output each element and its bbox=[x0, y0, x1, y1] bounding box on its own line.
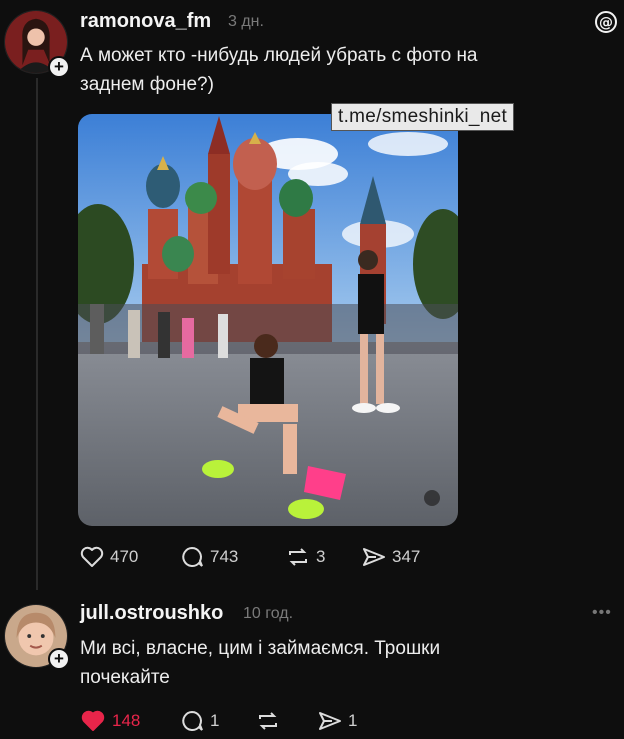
follow-plus-icon[interactable]: + bbox=[48, 648, 70, 670]
repost-count: 3 bbox=[316, 547, 326, 566]
reply-username[interactable]: jull.ostroushko bbox=[80, 602, 223, 625]
comment-count: 743 bbox=[210, 547, 239, 566]
reply-text-line: Ми всі, власне, цим і займаємся. Трошки bbox=[80, 638, 441, 659]
like-button[interactable]: 470 bbox=[80, 546, 138, 568]
reply-repost-button[interactable] bbox=[256, 710, 286, 732]
post-text: А может кто -нибудь людей убрать с фото … bbox=[80, 41, 580, 99]
svg-text:@: @ bbox=[599, 15, 613, 31]
share-button[interactable]: 347 bbox=[362, 546, 420, 568]
post-photo[interactable] bbox=[78, 114, 458, 526]
post-username[interactable]: ramonova_fm bbox=[80, 10, 211, 33]
reply-text: Ми всі, власне, цим і займаємся. Трошки … bbox=[80, 634, 580, 692]
comment-icon bbox=[180, 546, 204, 568]
heart-icon bbox=[80, 546, 104, 568]
post-text-line: А может кто -нибудь людей убрать с фото … bbox=[80, 45, 478, 66]
post-timestamp: 3 дн. bbox=[228, 13, 264, 30]
reply-like-count: 148 bbox=[112, 711, 141, 730]
comment-button[interactable]: 743 bbox=[180, 546, 238, 568]
reply-text-line: почекайте bbox=[80, 667, 170, 688]
more-icon[interactable]: ••• bbox=[592, 604, 612, 622]
thread-connector-line bbox=[36, 78, 38, 590]
share-count: 347 bbox=[392, 547, 421, 566]
heart-filled-icon bbox=[80, 710, 106, 732]
share-icon bbox=[318, 710, 342, 732]
share-icon bbox=[362, 546, 386, 568]
repost-button[interactable]: 3 bbox=[286, 546, 325, 568]
post-text-line: заднем фоне?) bbox=[80, 74, 214, 95]
reply-comment-count: 1 bbox=[210, 711, 220, 730]
like-count: 470 bbox=[110, 547, 139, 566]
reply-like-button[interactable]: 148 bbox=[80, 710, 140, 732]
threads-logo-icon[interactable]: @ bbox=[594, 10, 618, 34]
repost-icon bbox=[286, 546, 310, 568]
reply-timestamp: 10 год. bbox=[243, 605, 294, 622]
reply-comment-button[interactable]: 1 bbox=[180, 710, 219, 732]
reply-share-button[interactable]: 1 bbox=[318, 710, 357, 732]
watermark-label: t.me/smeshinki_net bbox=[331, 103, 515, 131]
comment-icon bbox=[180, 710, 204, 732]
follow-plus-icon[interactable]: + bbox=[48, 56, 70, 78]
reply-share-count: 1 bbox=[348, 711, 358, 730]
repost-icon bbox=[256, 710, 280, 732]
